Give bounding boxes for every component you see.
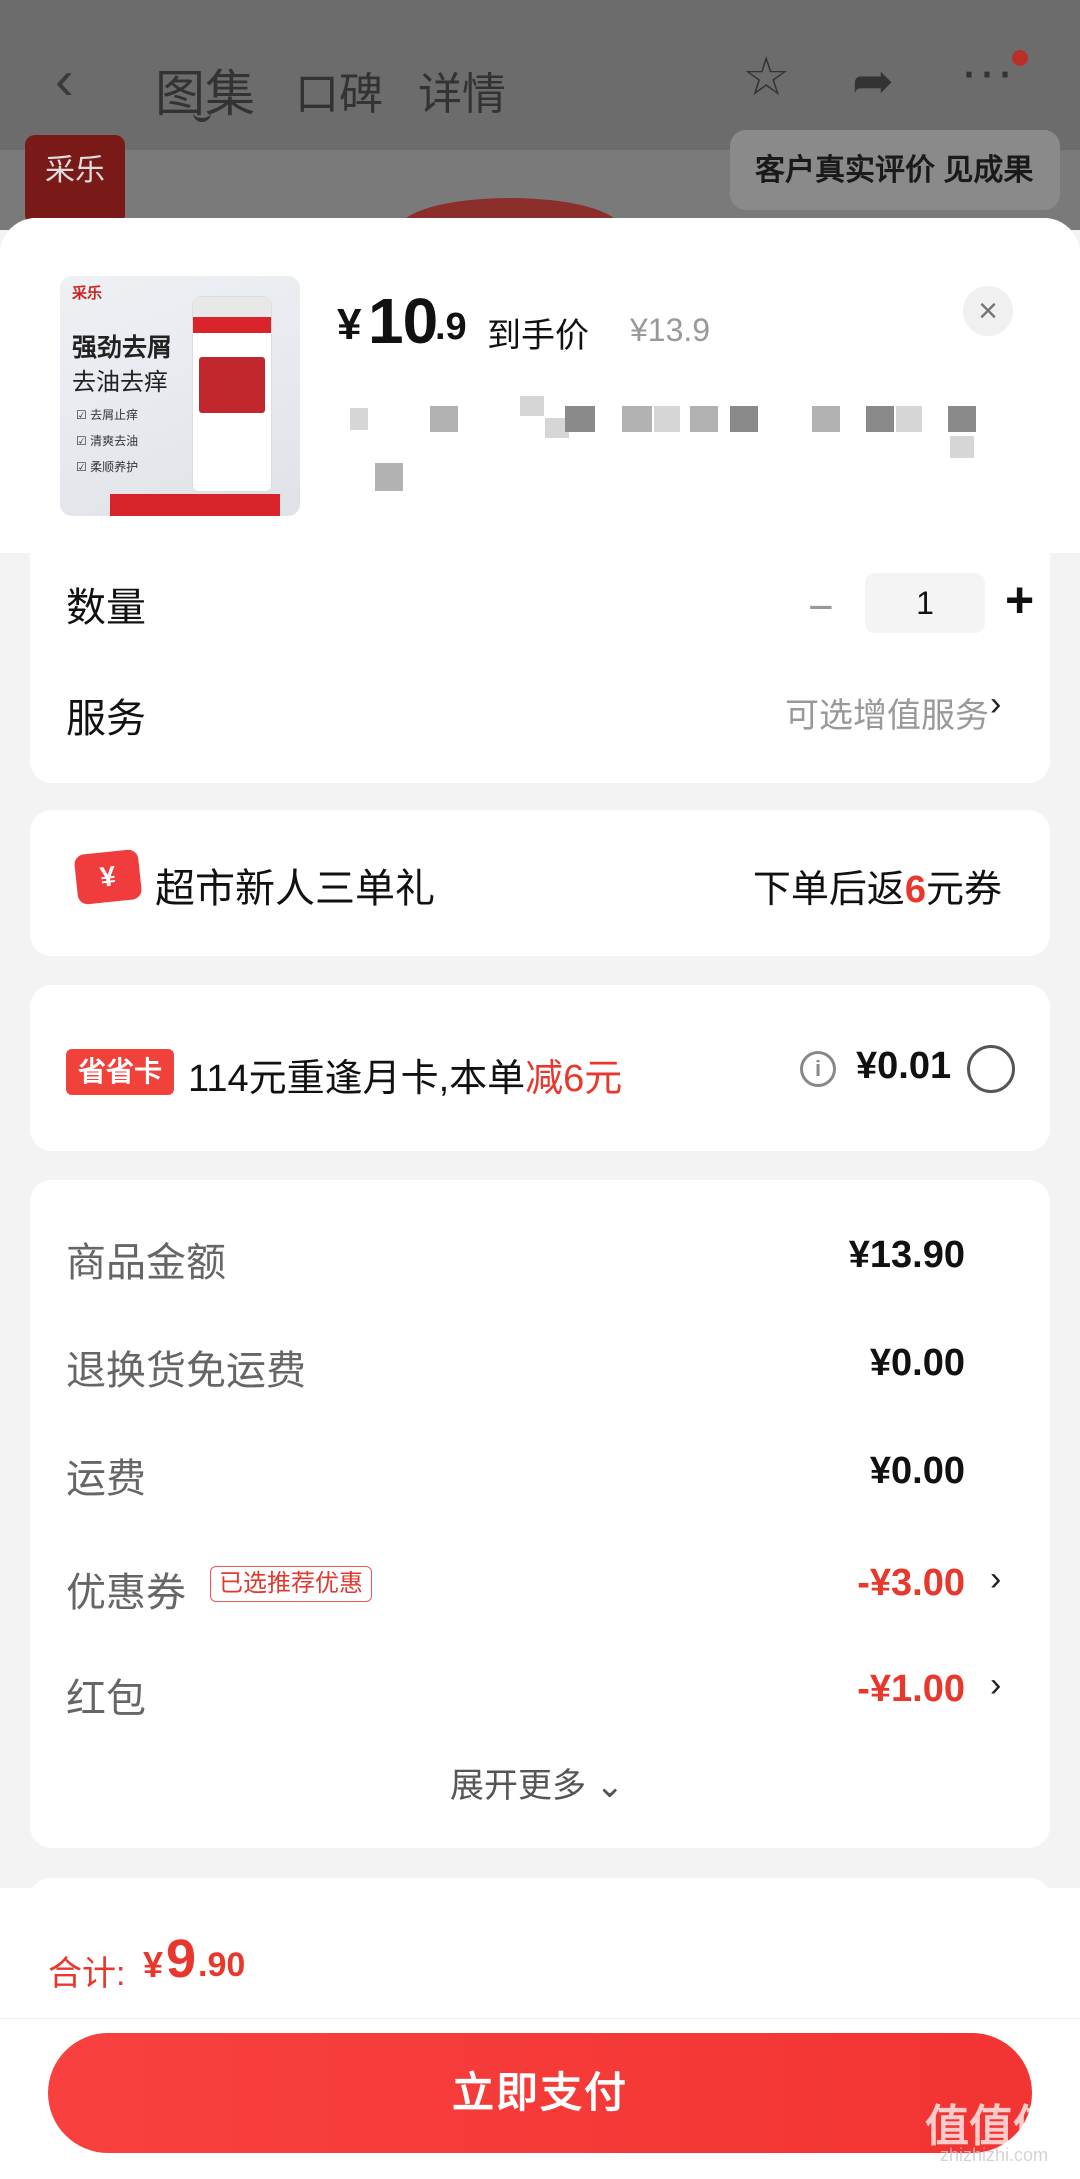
price-summary-card: 商品金额 ¥13.90 退换货免运费 ¥0.00 运费 ¥0.00 优惠券 已选… bbox=[30, 1180, 1050, 1848]
savings-card-price: ¥0.01 bbox=[856, 1045, 952, 1087]
brand-logo: 采乐 bbox=[25, 135, 125, 225]
final-price-tag: 到手价 bbox=[487, 317, 589, 355]
thumb-check-3: ☑ 柔顺养护 bbox=[76, 460, 139, 474]
price-symbol: ¥ bbox=[337, 300, 362, 349]
summary-label-shipping: 运费 bbox=[66, 1457, 146, 1501]
summary-value-goods: ¥13.90 bbox=[848, 1234, 965, 1276]
summary-value-coupon[interactable]: -¥3.00 bbox=[857, 1562, 965, 1605]
summary-label-red-packet: 红包 bbox=[66, 1677, 146, 1721]
thumb-headline: 强劲去屑 bbox=[72, 334, 173, 362]
watermark-url: zhizhizhi.com bbox=[940, 2145, 1049, 2165]
quantity-decrement-button[interactable]: − bbox=[808, 583, 834, 633]
tab-reviews: 口碑 bbox=[295, 70, 383, 119]
new-user-gift-card[interactable]: ¥ 超市新人三单礼 下单后返6元券 bbox=[30, 810, 1050, 956]
service-option-link[interactable]: 可选增值服务 bbox=[785, 688, 989, 737]
product-thumbnail: 采乐 强劲去屑 去油去痒 ☑ 去屑止痒 ☑ 清爽去油 ☑ 柔顺养护 bbox=[60, 276, 300, 516]
gift-note: 下单后返6元券 bbox=[752, 869, 1002, 911]
share-icon: ➦ bbox=[852, 53, 894, 109]
pay-now-button[interactable]: 立即支付 bbox=[48, 2033, 1032, 2153]
review-banner-text: 客户真实评价 见成果 bbox=[755, 154, 1034, 187]
red-packet-chevron-icon[interactable]: › bbox=[990, 1666, 1001, 1705]
close-icon[interactable]: × bbox=[963, 286, 1013, 336]
total-symbol: ¥ bbox=[143, 1944, 164, 1985]
savings-card-badge: 省省卡 bbox=[66, 1049, 175, 1095]
quantity-input[interactable]: 1 bbox=[865, 573, 985, 633]
coupon-recommended-tag: 已选推荐优惠 bbox=[210, 1566, 372, 1602]
quantity-increment-button[interactable]: + bbox=[1005, 571, 1034, 629]
coupon-chevron-icon[interactable]: › bbox=[990, 1560, 1001, 1599]
expand-more-button[interactable]: 展开更多 ⌄ bbox=[450, 1758, 624, 1807]
coupon-icon: ¥ bbox=[73, 848, 143, 906]
savings-card-radio[interactable] bbox=[967, 1045, 1015, 1093]
chevron-right-icon[interactable]: › bbox=[990, 685, 1001, 724]
info-icon[interactable]: i bbox=[800, 1051, 836, 1087]
thumb-check-2: ☑ 清爽去油 bbox=[76, 434, 139, 448]
product-header: 采乐 强劲去屑 去油去痒 ☑ 去屑止痒 ☑ 清爽去油 ☑ 柔顺养护 ¥ 10 .… bbox=[0, 218, 1080, 553]
total-integer: 9 bbox=[166, 1929, 197, 1989]
thumb-subline: 去油去痒 bbox=[72, 369, 168, 396]
background-page: ‹ 图集 口碑 详情 ☆ ➦ ··· 采乐 客户真实评价 见成果 bbox=[0, 0, 1080, 230]
checkout-bar: 合计: ¥ 9 .90 立即支付 bbox=[0, 1888, 1080, 2179]
summary-label-coupon: 优惠券 bbox=[66, 1571, 186, 1615]
thumb-check-1: ☑ 去屑止痒 bbox=[76, 408, 139, 422]
tab-details: 详情 bbox=[418, 70, 506, 119]
quantity-service-card: 数量 − 1 + 服务 可选增值服务 › bbox=[30, 553, 1050, 783]
divider bbox=[0, 2018, 1080, 2019]
savings-card-text: 114元重逢月卡,本单减6元 bbox=[188, 1058, 623, 1100]
back-icon: ‹ bbox=[55, 48, 74, 111]
summary-value-red-packet[interactable]: -¥1.00 bbox=[857, 1668, 965, 1711]
savings-card-offer[interactable]: 省省卡 114元重逢月卡,本单减6元 i ¥0.01 bbox=[30, 985, 1050, 1151]
price-integer: 10 bbox=[368, 285, 438, 357]
star-icon: ☆ bbox=[742, 47, 791, 107]
bottle-image bbox=[192, 296, 272, 492]
original-price: ¥13.9 bbox=[630, 312, 711, 348]
summary-label-goods: 商品金额 bbox=[66, 1241, 226, 1285]
thumb-logo: 采乐 bbox=[72, 284, 103, 302]
thumb-base bbox=[110, 494, 280, 516]
price-decimal: .9 bbox=[435, 306, 467, 348]
more-icon: ··· bbox=[960, 41, 1014, 101]
quantity-label: 数量 bbox=[66, 586, 146, 630]
total-decimal: .90 bbox=[198, 1946, 246, 1984]
order-sheet: 采乐 强劲去屑 去油去痒 ☑ 去屑止痒 ☑ 清爽去油 ☑ 柔顺养护 ¥ 10 .… bbox=[0, 218, 1080, 2179]
gift-title: 超市新人三单礼 bbox=[155, 867, 435, 911]
total-label: 合计: bbox=[48, 1955, 126, 1993]
summary-value-shipping: ¥0.00 bbox=[869, 1450, 965, 1492]
summary-value-return-shipping: ¥0.00 bbox=[869, 1342, 965, 1384]
summary-label-return-shipping: 退换货免运费 bbox=[66, 1349, 306, 1393]
notification-dot bbox=[1012, 50, 1028, 66]
service-label: 服务 bbox=[66, 697, 146, 741]
